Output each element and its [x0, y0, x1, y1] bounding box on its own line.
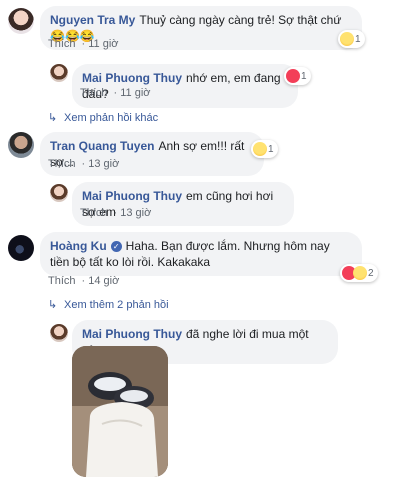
reaction-count: 1 — [355, 33, 361, 45]
like-link[interactable]: Thích — [80, 87, 108, 99]
comment-meta: Thích · 13 giờ — [80, 207, 152, 219]
verified-badge-icon: ✓ — [110, 241, 122, 253]
wow-reaction-icon — [253, 142, 267, 156]
like-link[interactable]: Thích — [80, 207, 108, 219]
comment-time[interactable]: 13 giờ — [88, 158, 119, 170]
like-link[interactable]: Thích — [48, 158, 76, 170]
attached-photo[interactable] — [72, 346, 168, 477]
view-more-replies-label: Xem phản hồi khác — [64, 112, 159, 124]
like-link[interactable]: Thích — [48, 38, 76, 50]
reaction-count: 1 — [268, 143, 274, 155]
reaction-summary[interactable]: 2 — [340, 264, 378, 282]
haha-reaction-icon — [353, 266, 367, 280]
comment-time[interactable]: 11 giờ — [88, 38, 118, 50]
reaction-summary[interactable]: 1 — [284, 67, 311, 85]
view-more-replies-link[interactable]: ↳ Xem thêm 2 phản hồi — [48, 298, 169, 311]
comment-author[interactable]: Mai Phuong Thuy — [82, 71, 182, 85]
comment-time[interactable]: 14 giờ — [88, 275, 119, 287]
reaction-count: 2 — [368, 267, 374, 279]
comment-meta: Thích · 11 giờ — [48, 38, 119, 50]
heart-reaction-icon — [286, 69, 300, 83]
comment-author[interactable]: Mai Phuong Thuy — [82, 189, 182, 203]
reply-arrow-icon: ↳ — [48, 112, 58, 124]
comment-author[interactable]: Hoàng Ku — [50, 239, 107, 253]
avatar[interactable] — [8, 8, 34, 34]
reply-arrow-icon: ↳ — [48, 299, 58, 311]
photo-image — [72, 346, 168, 477]
avatar[interactable] — [8, 235, 34, 261]
comment-author[interactable]: Mai Phuong Thuy — [82, 327, 182, 341]
avatar[interactable] — [50, 184, 68, 202]
avatar[interactable] — [50, 324, 68, 342]
comment-meta: Thích · 11 giờ — [80, 87, 151, 99]
like-link[interactable]: Thích — [48, 275, 76, 287]
view-more-replies-label: Xem thêm 2 phản hồi — [64, 299, 169, 311]
reply-bubble: Mai Phuong Thuy nhớ em, em đang đâu? — [72, 64, 298, 108]
comment-author[interactable]: Tran Quang Tuyen — [50, 139, 154, 153]
reaction-summary[interactable]: 1 — [251, 140, 278, 158]
comment-bubble: Hoàng Ku ✓ Haha. Bạn được lắm. Nhưng hôm n… — [40, 232, 362, 276]
comment-meta: Thích · 13 giờ — [48, 158, 120, 170]
reaction-summary[interactable]: 1 — [338, 30, 365, 48]
haha-reaction-icon — [340, 32, 354, 46]
comment-meta: Thích · 14 giờ — [48, 275, 120, 287]
comment-time[interactable]: 13 giờ — [120, 207, 151, 219]
view-more-replies-link[interactable]: ↳ Xem phản hồi khác — [48, 111, 158, 124]
comment-time[interactable]: 11 giờ — [120, 87, 150, 99]
avatar[interactable] — [50, 64, 68, 82]
avatar[interactable] — [8, 132, 34, 158]
comment-author[interactable]: Nguyen Tra My — [50, 13, 135, 27]
reply-bubble: Mai Phuong Thuy em cũng hơi hơi sợ em — [72, 182, 294, 226]
reaction-count: 1 — [301, 70, 307, 82]
